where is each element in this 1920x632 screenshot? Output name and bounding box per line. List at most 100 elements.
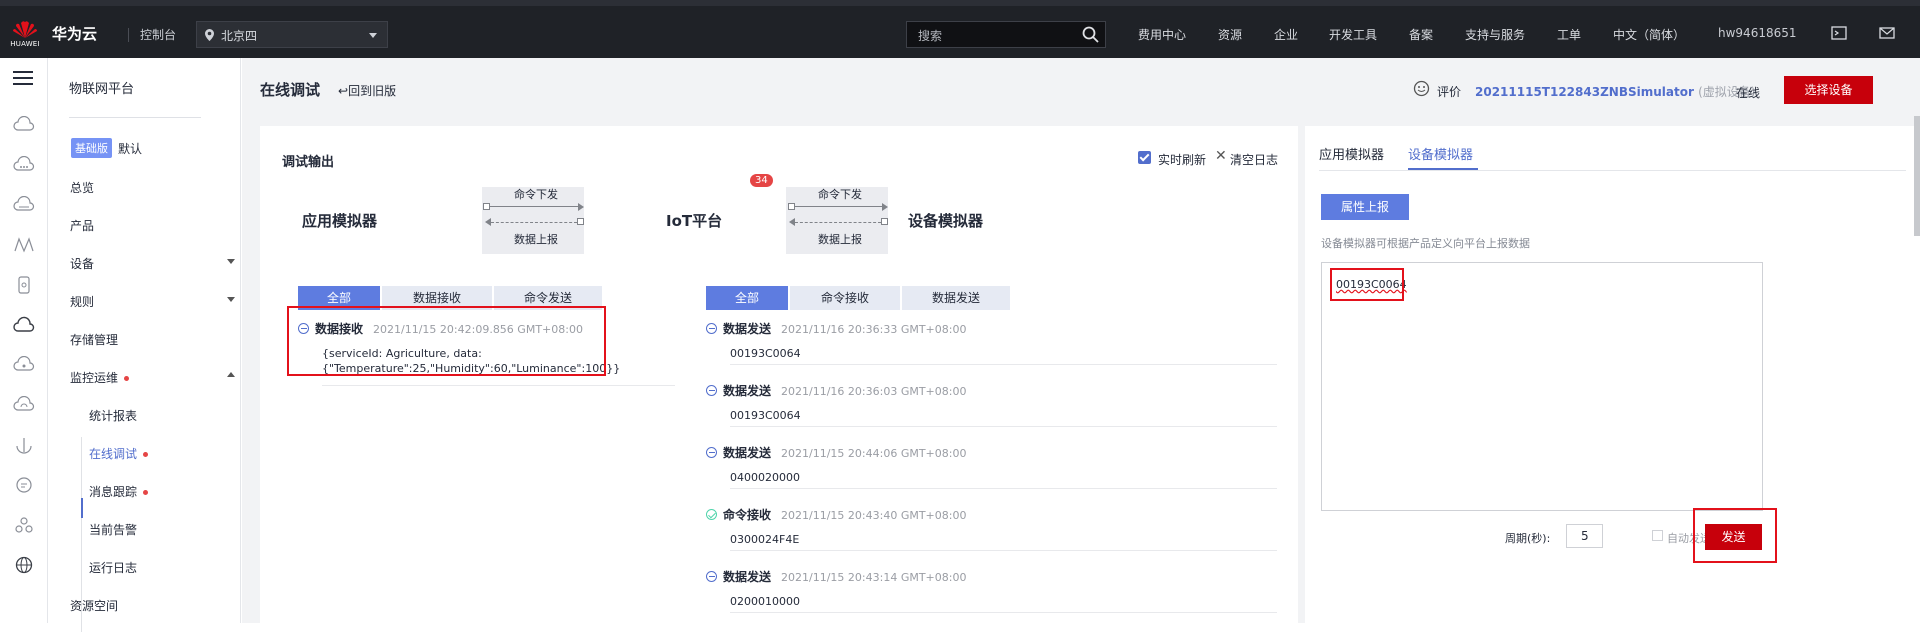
device-id: 20211115T122843ZNBSimulator xyxy=(1475,85,1694,99)
device-name[interactable]: 20211115T122843ZNBSimulator (虚拟设备) xyxy=(1475,83,1755,100)
simulator-panel: 应用模拟器 设备模拟器 属性上报 设备模拟器可根据产品定义向平台上报数据 001… xyxy=(1305,126,1920,623)
search-icon[interactable] xyxy=(1082,26,1099,43)
chevron-down-icon xyxy=(227,297,235,302)
log-type: 命令接收 xyxy=(723,508,772,522)
terminal-icon[interactable] xyxy=(1831,25,1847,41)
back-to-old-link[interactable]: ↩回到旧版 xyxy=(338,82,396,99)
log-entry-header: 数据发送 2021/11/15 20:44:06 GMT+08:00 xyxy=(706,444,966,461)
sidebar-item-message-trace[interactable]: 消息跟踪 xyxy=(89,483,149,500)
cloud-server-icon[interactable] xyxy=(13,156,35,174)
smiley-icon[interactable] xyxy=(1413,80,1430,97)
brand-name[interactable]: 华为云 xyxy=(52,23,97,44)
flow-arrow xyxy=(490,206,580,207)
divider xyxy=(322,385,675,386)
sidebar-item-resource-space[interactable]: 资源空间 xyxy=(70,597,118,614)
nav-tickets[interactable]: 工单 xyxy=(1557,26,1581,43)
nav-billing[interactable]: 费用中心 xyxy=(1138,26,1186,43)
log-type: 数据发送 xyxy=(723,570,772,584)
log-time: 2021/11/15 20:43:40 GMT+08:00 xyxy=(781,509,967,522)
submenu-active-indicator xyxy=(81,498,83,518)
arrow-right-icon xyxy=(882,203,888,211)
tab-command-receive[interactable]: 命令接收 xyxy=(790,286,900,310)
device-log-area: 全部 命令接收 数据发送 数据发送 2021/11/16 20:36:33 GMT… xyxy=(690,273,1277,623)
flow-arrow-dashed xyxy=(795,222,881,223)
hamburger-menu-icon[interactable] xyxy=(13,70,33,86)
flow-app-label: 应用模拟器 xyxy=(302,212,378,230)
edition-default[interactable]: 默认 xyxy=(118,140,142,157)
send-icon xyxy=(706,385,717,396)
message-icon[interactable] xyxy=(13,476,35,494)
clear-log-button[interactable]: 清空日志 xyxy=(1230,151,1278,168)
clear-icon[interactable]: ✕ xyxy=(1215,148,1227,164)
top-bar: HUAWEI 华为云 控制台 北京四 搜索 费用中心 资源 企业 开发工具 备案… xyxy=(0,0,1920,58)
log-entry-header: 数据发送 2021/11/16 20:36:03 GMT+08:00 xyxy=(706,382,966,399)
sidebar-item-monitoring[interactable]: 监控运维 xyxy=(70,369,235,386)
select-device-button[interactable]: 选择设备 xyxy=(1784,76,1873,104)
cloud-outline-icon[interactable] xyxy=(13,316,35,334)
flow-cmd-down-label-1: 命令下发 xyxy=(514,188,558,201)
realtime-refresh-checkbox[interactable] xyxy=(1138,151,1151,164)
tab-active-indicator xyxy=(1408,168,1478,170)
device-icon[interactable] xyxy=(13,276,35,294)
anchor-icon[interactable] xyxy=(13,436,35,454)
rate-link[interactable]: 评价 xyxy=(1437,83,1461,100)
nav-resources[interactable]: 资源 xyxy=(1218,26,1242,43)
tab-device-simulator[interactable]: 设备模拟器 xyxy=(1408,144,1473,163)
tab-all[interactable]: 全部 xyxy=(706,286,788,310)
sidebar-item-run-logs[interactable]: 运行日志 xyxy=(89,559,137,576)
main-content: 在线调试 ↩回到旧版 评价 20211115T122843ZNBSimulato… xyxy=(242,58,1920,623)
cluster-icon[interactable] xyxy=(13,516,35,534)
sidebar-item-products[interactable]: 产品 xyxy=(70,217,94,234)
device-status: 在线 xyxy=(1736,86,1761,100)
highlight-box xyxy=(287,306,606,376)
nav-language[interactable]: 中文（简体） xyxy=(1613,26,1685,43)
sidebar-item-label: 消息跟踪 xyxy=(89,485,138,499)
scrollbar[interactable] xyxy=(1914,116,1920,236)
sidebar-item-alarms[interactable]: 当前告警 xyxy=(89,521,137,538)
log-entry-header: 命令接收 2021/11/15 20:43:40 GMT+08:00 xyxy=(706,506,966,523)
nav-icp[interactable]: 备案 xyxy=(1409,26,1433,43)
flow-iot-label: IoT平台 xyxy=(666,212,723,230)
sidebar-item-statistics[interactable]: 统计报表 xyxy=(89,407,137,424)
sidebar-item-rules[interactable]: 规则 xyxy=(70,293,235,310)
realtime-refresh-label[interactable]: 实时刷新 xyxy=(1158,151,1206,168)
divider xyxy=(69,117,201,118)
nav-devtools[interactable]: 开发工具 xyxy=(1329,26,1377,43)
sidebar-item-storage[interactable]: 存储管理 xyxy=(70,331,118,348)
nav-username[interactable]: hw94618651 xyxy=(1718,26,1797,40)
cloud-dots-icon[interactable] xyxy=(13,356,35,374)
cloud-sync-icon[interactable] xyxy=(13,396,35,414)
tab-data-send[interactable]: 数据发送 xyxy=(902,286,1010,310)
region-select[interactable]: 北京四 xyxy=(196,21,388,48)
report-data-textarea[interactable]: 00193C0064 xyxy=(1321,262,1763,511)
tab-app-simulator[interactable]: 应用模拟器 xyxy=(1319,144,1384,163)
sidebar-item-overview[interactable]: 总览 xyxy=(70,179,94,196)
huawei-logo[interactable]: HUAWEI xyxy=(8,19,42,53)
period-input[interactable]: 5 xyxy=(1566,524,1603,548)
log-payload: 0200010000 xyxy=(730,595,800,608)
log-entry-header: 数据发送 2021/11/15 20:43:14 GMT+08:00 xyxy=(706,568,966,585)
globe-icon[interactable] xyxy=(13,556,35,574)
property-report-button[interactable]: 属性上报 xyxy=(1321,194,1409,220)
search-input[interactable]: 搜索 xyxy=(906,21,1106,48)
chevron-down-icon xyxy=(369,33,377,38)
sidebar-item-online-debug[interactable]: 在线调试 xyxy=(89,445,149,462)
nav-support[interactable]: 支持与服务 xyxy=(1465,26,1525,43)
send-icon xyxy=(706,447,717,458)
mail-icon[interactable] xyxy=(1879,25,1895,41)
check-circle-icon xyxy=(706,509,717,520)
send-icon xyxy=(706,323,717,334)
log-payload: 00193C0064 xyxy=(730,409,801,422)
flow-device-label: 设备模拟器 xyxy=(908,212,984,230)
sidebar-item-devices[interactable]: 设备 xyxy=(70,255,235,272)
tab-underline xyxy=(1319,170,1906,171)
cloud-icon[interactable] xyxy=(13,116,35,134)
bridge-icon[interactable] xyxy=(13,236,35,254)
console-link[interactable]: 控制台 xyxy=(140,26,176,43)
search-placeholder: 搜索 xyxy=(918,29,943,43)
nav-enterprise[interactable]: 企业 xyxy=(1274,26,1298,43)
auto-send-checkbox[interactable] xyxy=(1652,530,1663,541)
log-type: 数据发送 xyxy=(723,384,772,398)
notification-dot xyxy=(124,376,130,381)
database-cloud-icon[interactable] xyxy=(13,196,35,214)
